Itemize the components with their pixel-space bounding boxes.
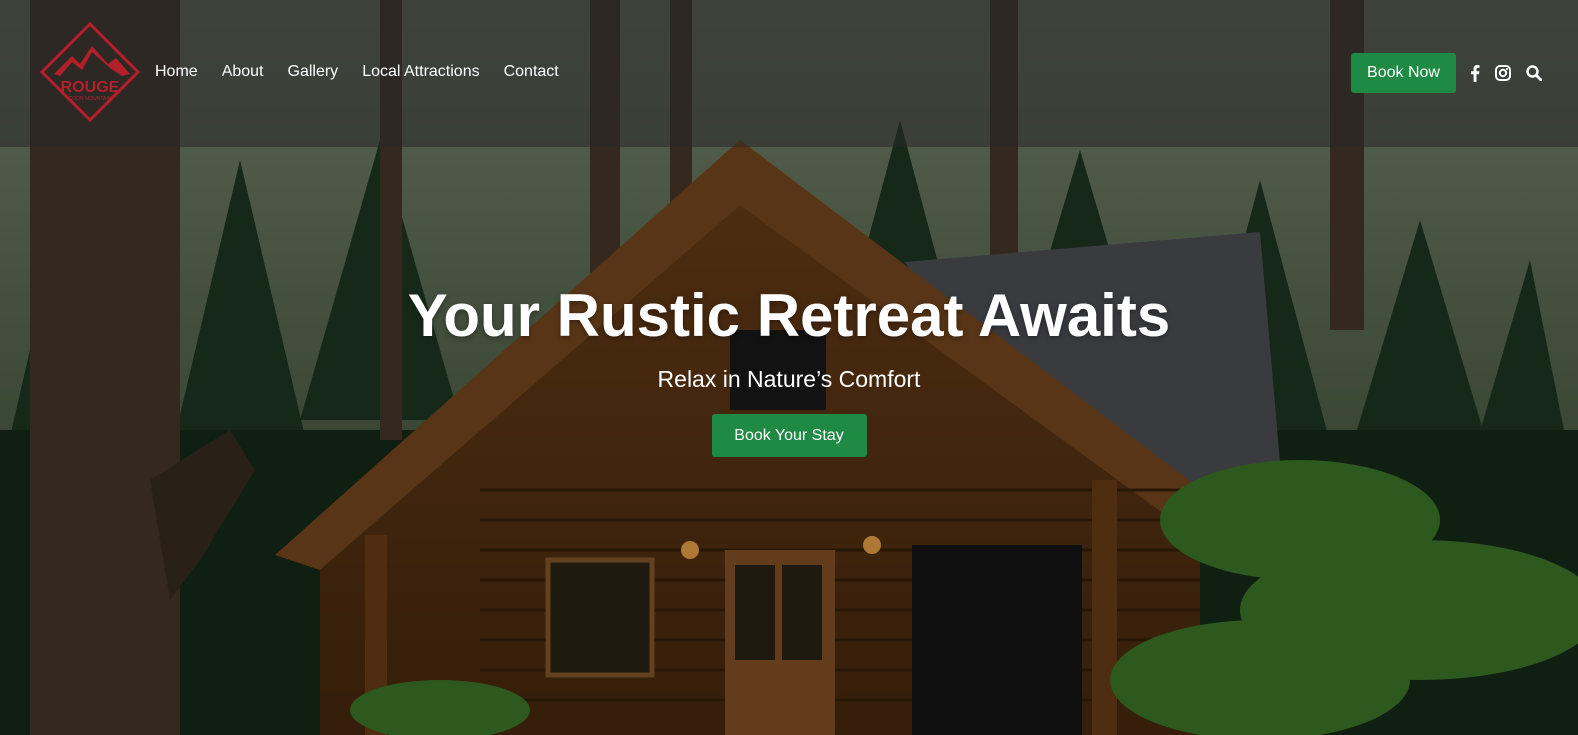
instagram-icon[interactable] bbox=[1494, 64, 1512, 82]
hero-content: Your Rustic Retreat Awaits Relax in Natu… bbox=[0, 278, 1578, 457]
main-nav: Home About Gallery Local Attractions Con… bbox=[155, 62, 559, 82]
nav-item-gallery[interactable]: Gallery bbox=[288, 62, 339, 82]
nav-item-contact[interactable]: Contact bbox=[504, 62, 559, 82]
logo-wordmark: ROUGE bbox=[61, 79, 120, 96]
logo-subtext: COON MOUNTAIN bbox=[69, 96, 112, 102]
book-your-stay-button[interactable]: Book Your Stay bbox=[711, 414, 867, 457]
book-now-button[interactable]: Book Now bbox=[1351, 53, 1456, 93]
hero-section: ROUGE COON MOUNTAIN Home About Gallery L… bbox=[0, 0, 1578, 735]
hero-subtitle: Relax in Nature’s Comfort bbox=[657, 366, 921, 392]
hero-title: Your Rustic Retreat Awaits bbox=[407, 282, 1171, 349]
nav-item-home[interactable]: Home bbox=[155, 62, 198, 82]
search-icon[interactable] bbox=[1525, 64, 1543, 82]
site-logo[interactable]: ROUGE COON MOUNTAIN bbox=[38, 22, 142, 122]
facebook-icon[interactable] bbox=[1466, 64, 1484, 82]
nav-item-about[interactable]: About bbox=[222, 62, 264, 82]
nav-item-local-attractions[interactable]: Local Attractions bbox=[362, 62, 479, 82]
